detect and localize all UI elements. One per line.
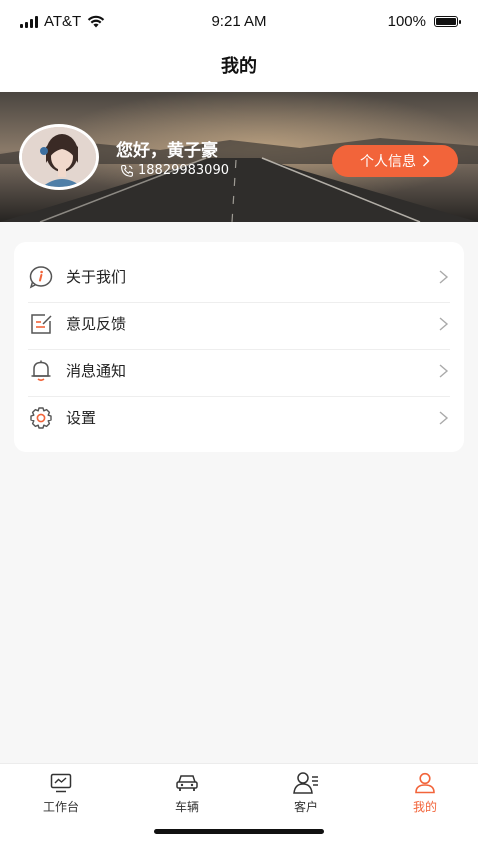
menu-item-about-us[interactable]: 关于我们 (28, 253, 450, 300)
tab-label: 我的 (412, 800, 437, 814)
status-bar: AT&T 9:21 AM 100% (0, 0, 478, 44)
tab-workbench[interactable]: 工作台 (1, 770, 121, 815)
greeting-text: 您好，黄子豪 (116, 141, 218, 161)
feedback-icon (31, 313, 52, 334)
menu-item-label: 意见反馈 (66, 315, 127, 333)
phone-icon (121, 164, 133, 177)
phone-number: 18829983090 (138, 163, 229, 178)
menu-item-settings[interactable]: 设置 (28, 394, 450, 441)
tab-label: 车辆 (174, 800, 199, 814)
bell-icon (31, 360, 51, 381)
menu-item-label: 消息通知 (66, 362, 127, 380)
menu-item-notifications[interactable]: 消息通知 (28, 347, 450, 394)
tab-label: 客户 (293, 800, 318, 814)
chevron-right-icon (423, 155, 430, 167)
tab-customers[interactable]: 客户 (246, 770, 366, 815)
personal-info-label: 个人信息 (360, 154, 416, 170)
avatar[interactable] (19, 124, 99, 190)
battery-icon (434, 16, 461, 27)
chevron-right-icon (439, 317, 449, 331)
tab-label: 工作台 (42, 800, 79, 814)
page-title: 我的 (0, 44, 478, 92)
monitor-icon (50, 773, 72, 793)
menu-item-label: 关于我们 (66, 268, 127, 286)
person-icon (415, 772, 435, 794)
tab-mine[interactable]: 我的 (365, 770, 478, 815)
bottom-tab-bar: 工作台 车辆 客户 我的 (0, 763, 478, 850)
menu-card: 关于我们 意见反馈 消息通知 设置 (14, 242, 464, 452)
info-icon (29, 265, 53, 288)
chevron-right-icon (439, 411, 449, 425)
chevron-right-icon (439, 364, 449, 378)
battery-percent: 100% (387, 13, 426, 30)
menu-item-feedback[interactable]: 意见反馈 (28, 300, 450, 347)
car-icon (176, 775, 198, 791)
profile-page: AT&T 9:21 AM 100% 我的 您好，黄子豪 18829983090 … (0, 0, 478, 850)
home-indicator[interactable] (154, 829, 324, 834)
menu-item-label: 设置 (66, 409, 97, 427)
personal-info-button[interactable]: 个人信息 (332, 145, 458, 177)
chevron-right-icon (439, 270, 449, 284)
avatar-photo (22, 127, 96, 187)
gear-icon (30, 406, 52, 429)
profile-banner: 您好，黄子豪 18829983090 个人信息 (0, 92, 478, 222)
tab-vehicles[interactable]: 车辆 (127, 770, 247, 815)
customer-icon (293, 772, 318, 794)
